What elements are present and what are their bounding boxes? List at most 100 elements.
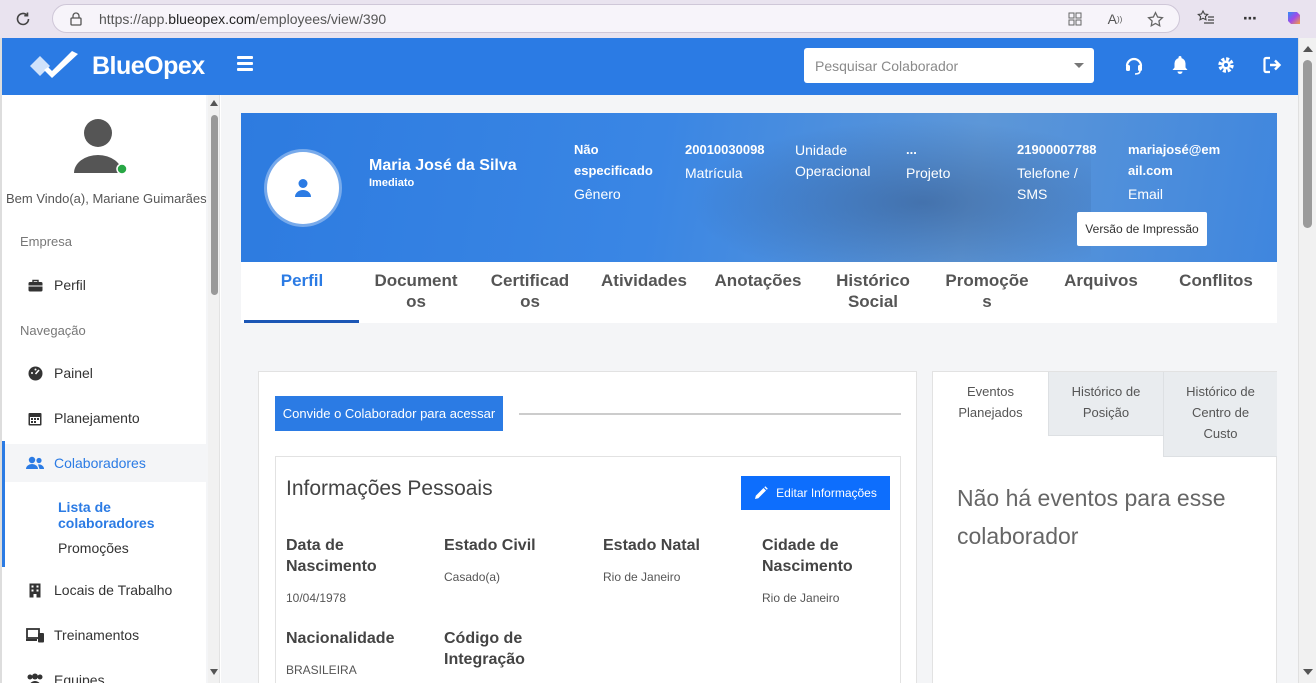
scrollbar-thumb[interactable] (1303, 60, 1312, 228)
sidebar-subitem-promocoes[interactable]: Promoções (58, 540, 129, 556)
nationality-label: Nacionalidade (286, 630, 395, 647)
sidebar-subitem-lista[interactable]: Lista de colaboradores (58, 499, 206, 531)
sidebar-item-planejamento[interactable]: Planejamento (2, 399, 206, 437)
sidebar-scrollbar[interactable] (208, 95, 219, 683)
briefcase-icon (26, 276, 44, 294)
project-field: ... Projeto (906, 142, 951, 181)
tab-anotacoes[interactable]: Anotações (701, 270, 815, 291)
tab-eventos-planejados[interactable]: Eventos Planejados (933, 372, 1048, 457)
tab-arquivos[interactable]: Arquivos (1044, 270, 1158, 291)
empty-events-message: Não há eventos para esse colaborador (957, 485, 1226, 549)
devices-icon (26, 626, 44, 644)
edit-info-button[interactable]: Editar Informações (741, 476, 890, 510)
calendar-icon (26, 409, 44, 427)
sidebar-item-label: Treinamentos (54, 627, 140, 643)
employee-avatar[interactable] (267, 152, 339, 224)
native-state-label: Estado Natal (603, 537, 700, 554)
sidebar-item-treinamentos[interactable]: Treinamentos (2, 616, 206, 654)
favorites-list-icon[interactable] (1196, 8, 1216, 28)
gender-field: Não especificado Gênero (574, 142, 653, 202)
integration-code-label: Código de Integração (444, 630, 525, 668)
section-company: Empresa (20, 234, 73, 249)
tab-promocoes[interactable]: Promoçõe s (930, 270, 1044, 312)
birth-date-label: Data de Nascimento (286, 537, 377, 575)
page-scrollbar[interactable] (1298, 38, 1316, 683)
scroll-down-icon[interactable] (1303, 669, 1313, 675)
employee-search-input[interactable] (815, 57, 1055, 74)
sidebar-item-label: Perfil (54, 277, 86, 293)
divider (519, 413, 901, 415)
brand-name: BlueOpex (92, 51, 205, 80)
main-content: Maria José da Silva Imediato Não especif… (221, 95, 1298, 683)
user-icon (295, 179, 311, 197)
blueopex-logo-icon (30, 51, 78, 78)
team-icon (26, 671, 44, 683)
browser-toolbar: https://app.blueopex.com/employees/view/… (0, 0, 1316, 38)
menu-toggle-icon[interactable] (237, 56, 253, 71)
print-version-button[interactable]: Versão de Impressão (1077, 212, 1207, 246)
active-tab-underline (244, 320, 359, 323)
employee-search-select[interactable] (804, 48, 1094, 83)
sidebar-item-colaboradores[interactable]: Colaboradores (2, 444, 206, 482)
tab-perfil[interactable]: Perfil (245, 270, 359, 291)
tab-historico-centro-custo[interactable]: Histórico de Centro de Custo (1163, 372, 1277, 457)
sidebar-item-label: Planejamento (54, 410, 140, 426)
scrollbar-thumb[interactable] (211, 115, 218, 295)
building-icon (26, 581, 44, 599)
employee-role: Imediato (369, 177, 415, 189)
headset-support-icon[interactable] (1124, 54, 1144, 76)
tab-conflitos[interactable]: Conflitos (1159, 270, 1273, 291)
pencil-icon (755, 486, 768, 499)
scroll-up-icon[interactable] (210, 100, 218, 106)
favorite-star-icon[interactable] (1145, 9, 1165, 29)
tab-certificados[interactable]: Certificad os (473, 270, 587, 312)
personal-info-card: Informações Pessoais Editar Informações … (275, 456, 901, 683)
sidebar: Bem Vindo(a), Mariane Guimarães Empresa … (2, 95, 220, 683)
birth-date-value: 10/04/1978 (286, 591, 347, 605)
section-navigation: Navegação (20, 323, 86, 338)
personal-info-panel: Convide o Colaborador para acessar Infor… (258, 371, 917, 683)
registration-field: 20010030098 Matrícula (685, 142, 765, 181)
more-options-icon[interactable]: ⋯ (1240, 8, 1260, 28)
sidebar-item-perfil[interactable]: Perfil (2, 266, 206, 304)
profile-tabs: Perfil Document os Certificad os Atividade… (241, 262, 1277, 323)
logout-icon[interactable] (1262, 54, 1282, 76)
tab-atividades[interactable]: Atividades (587, 270, 701, 291)
sidebar-item-painel[interactable]: Painel (2, 354, 206, 392)
gauge-icon (26, 364, 44, 382)
birth-city-label: Cidade de Nascimento (762, 537, 853, 575)
sidebar-item-label: Equipes (54, 672, 105, 683)
scroll-down-icon[interactable] (210, 669, 218, 675)
bell-notifications-icon[interactable] (1170, 54, 1190, 76)
birth-city-value: Rio de Janeiro (762, 591, 840, 605)
gear-settings-icon[interactable] (1216, 54, 1236, 76)
tab-historico-posicao[interactable]: Histórico de Posição (1048, 372, 1163, 436)
address-bar[interactable]: https://app.blueopex.com/employees/view/… (52, 4, 1180, 33)
chevron-down-icon[interactable] (1074, 63, 1084, 68)
tab-historico-social[interactable]: Histórico Social (816, 270, 930, 312)
copilot-icon[interactable] (1284, 8, 1304, 28)
invite-employee-button[interactable]: Convide o Colaborador para acessar (275, 396, 503, 431)
unit-field: Unidade Operacional (795, 142, 871, 179)
scroll-up-icon[interactable] (1303, 46, 1313, 52)
active-section-indicator (2, 441, 5, 567)
sidebar-item-equipes[interactable]: Equipes (2, 661, 206, 683)
sidebar-item-locais[interactable]: Locais de Trabalho (2, 571, 206, 609)
url-text: https://app.blueopex.com/employees/view/… (99, 10, 387, 27)
reload-icon[interactable] (12, 8, 34, 30)
native-state-value: Rio de Janeiro (603, 570, 681, 584)
employee-header-banner: Maria José da Silva Imediato Não especif… (241, 113, 1277, 262)
email-field: mariajosé@em ail.com Email (1128, 142, 1221, 202)
edit-info-label: Editar Informações (776, 486, 877, 500)
read-aloud-icon[interactable]: A)) (1105, 9, 1125, 29)
civil-status-label: Estado Civil (444, 537, 536, 554)
sidebar-item-label: Colaboradores (54, 455, 146, 471)
app-grid-icon[interactable] (1065, 9, 1085, 29)
sidebar-item-label: Locais de Trabalho (54, 582, 173, 598)
user-avatar[interactable] (72, 117, 128, 175)
brand-logo[interactable]: BlueOpex (28, 50, 205, 82)
welcome-text: Bem Vindo(a), Mariane Guimarães (6, 191, 207, 206)
site-info-icon[interactable] (67, 10, 85, 28)
tab-documentos[interactable]: Document os (359, 270, 473, 312)
phone-field: 21900007788 Telefone / SMS (1017, 142, 1097, 202)
